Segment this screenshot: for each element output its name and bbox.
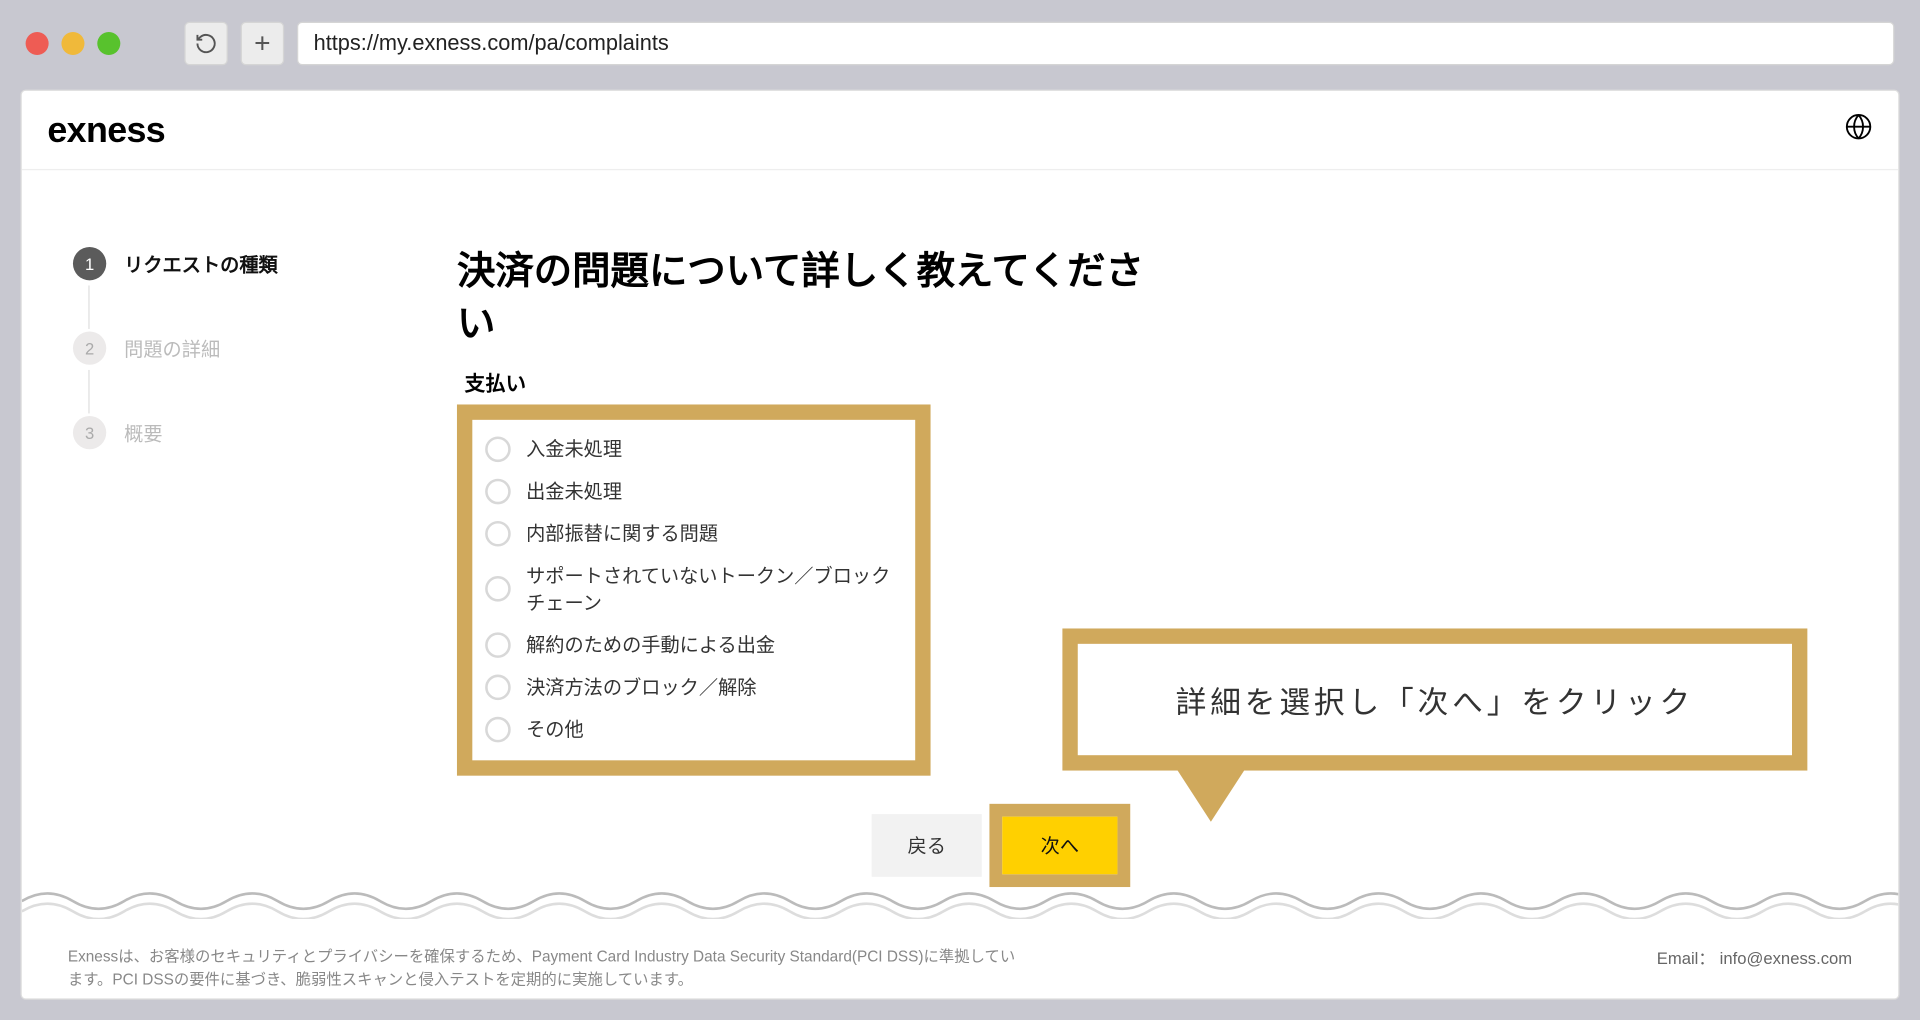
page-viewport: exness 1 リクエストの種類 2 問題の詳細 3 概要: [20, 90, 1899, 1000]
next-button[interactable]: 次へ: [1002, 817, 1117, 875]
radio-icon: [485, 436, 511, 462]
option-unsupported-token[interactable]: サポートされていないトークン／ブロックチェーン: [483, 554, 905, 623]
language-button[interactable]: [1844, 113, 1872, 148]
app-header: exness: [22, 91, 1898, 170]
option-withdrawal-unprocessed[interactable]: 出金未処理: [483, 470, 905, 512]
main-panel: 決済の問題について詳しく教えてください 支払い 入金未処理 出金未処理 内部振替…: [457, 247, 1174, 887]
logo[interactable]: exness: [47, 109, 165, 150]
browser-toolbar: + https://my.exness.com/pa/complaints: [10, 10, 1910, 77]
plus-icon: +: [254, 29, 270, 57]
callout-tail-icon: [1178, 771, 1245, 822]
option-label: 出金未処理: [526, 477, 622, 504]
option-label: 解約のための手動による出金: [526, 631, 775, 658]
steps-sidebar: 1 リクエストの種類 2 問題の詳細 3 概要: [73, 247, 457, 887]
payment-options-group: 入金未処理 出金未処理 内部振替に関する問題 サポートされていないトークン／ブロ…: [457, 404, 931, 775]
wavy-divider-icon: [22, 883, 1900, 919]
reload-icon: [195, 32, 218, 55]
step-label: リクエストの種類: [124, 250, 278, 277]
radio-icon: [485, 478, 511, 504]
globe-icon: [1844, 113, 1872, 141]
radio-icon: [485, 576, 511, 602]
option-other[interactable]: その他: [483, 708, 905, 750]
url-text: https://my.exness.com/pa/complaints: [314, 31, 669, 57]
button-row: 戻る 次へ: [872, 804, 1174, 887]
radio-icon: [485, 674, 511, 700]
maximize-window-button[interactable]: [97, 32, 120, 55]
step-summary[interactable]: 3 概要: [73, 416, 457, 449]
app-body: 1 リクエストの種類 2 問題の詳細 3 概要 決済の問題について詳しく教えてく…: [22, 170, 1898, 887]
callout-text: 詳細を選択し「次へ」をクリック: [1062, 628, 1807, 770]
email-value[interactable]: info@exness.com: [1720, 948, 1853, 967]
radio-icon: [485, 632, 511, 658]
minimize-window-button[interactable]: [61, 32, 84, 55]
url-bar[interactable]: https://my.exness.com/pa/complaints: [297, 22, 1894, 66]
step-issue-details[interactable]: 2 問題の詳細: [73, 332, 457, 365]
page-title: 決済の問題について詳しく教えてください: [457, 247, 1174, 351]
option-label: 入金未処理: [526, 435, 622, 462]
option-manual-withdrawal[interactable]: 解約のための手動による出金: [483, 623, 905, 665]
reload-button[interactable]: [184, 22, 228, 66]
option-label: 内部振替に関する問題: [526, 520, 718, 547]
step-number: 3: [73, 416, 106, 449]
new-tab-button[interactable]: +: [241, 22, 285, 66]
step-label: 概要: [124, 419, 162, 446]
section-label: 支払い: [465, 366, 1174, 397]
step-number: 2: [73, 332, 106, 365]
browser-frame: + https://my.exness.com/pa/complaints ex…: [10, 10, 1910, 1010]
back-button[interactable]: 戻る: [872, 814, 982, 877]
option-label: その他: [526, 716, 584, 743]
instruction-callout: 詳細を選択し「次へ」をクリック: [1062, 628, 1807, 770]
option-label: サポートされていないトークン／ブロックチェーン: [526, 562, 902, 616]
email-label: Email：: [1657, 948, 1715, 967]
option-payment-block[interactable]: 決済方法のブロック／解除: [483, 666, 905, 708]
next-button-highlight: 次へ: [989, 804, 1130, 887]
step-number: 1: [73, 247, 106, 280]
footer-email: Email： info@exness.com: [1657, 945, 1852, 969]
option-internal-transfer[interactable]: 内部振替に関する問題: [483, 512, 905, 554]
option-label: 決済方法のブロック／解除: [526, 673, 756, 700]
radio-icon: [485, 520, 511, 546]
radio-icon: [485, 716, 511, 742]
close-window-button[interactable]: [26, 32, 49, 55]
footer-disclaimer: Exnessは、お客様のセキュリティとプライバシーを確保するため、Payment…: [68, 945, 1028, 991]
footer: Exnessは、お客様のセキュリティとプライバシーを確保するため、Payment…: [68, 945, 1852, 991]
option-deposit-unprocessed[interactable]: 入金未処理: [483, 428, 905, 470]
step-label: 問題の詳細: [124, 335, 220, 362]
step-request-type[interactable]: 1 リクエストの種類: [73, 247, 457, 280]
traffic-lights: [26, 32, 121, 55]
